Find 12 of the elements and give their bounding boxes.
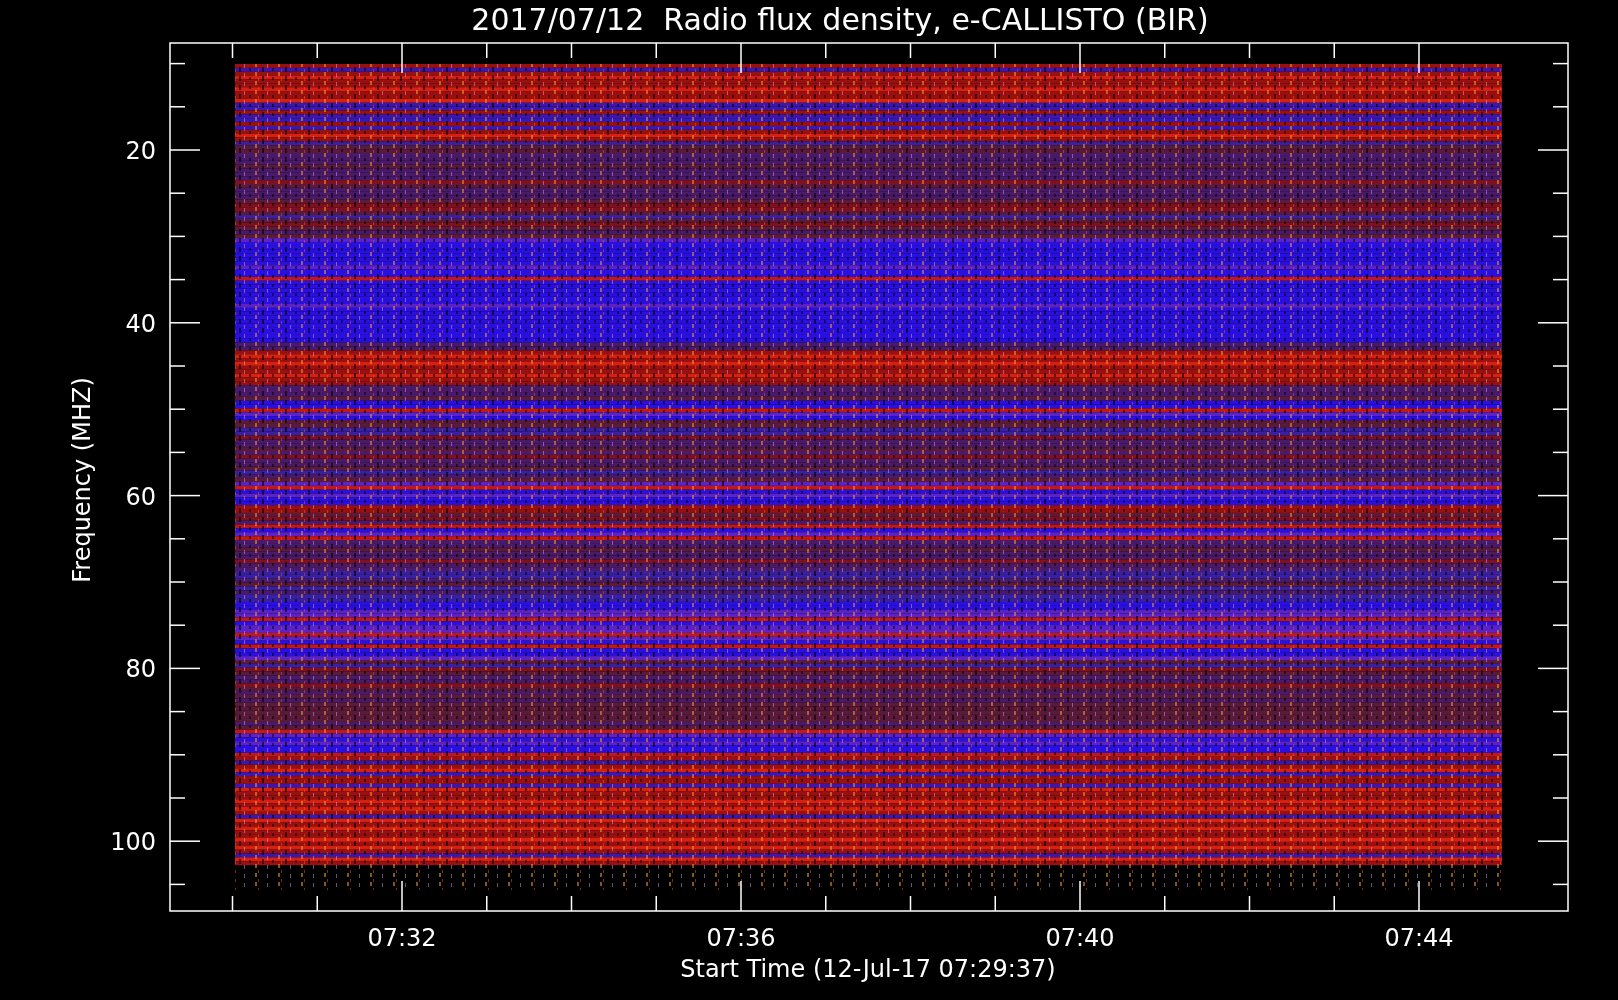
chart-title: 2017/07/12 Radio flux density, e-CALLISTO (BIR) — [471, 2, 1209, 37]
x-tick-label: 07:40 — [1045, 924, 1115, 952]
y-tick-label: 60 — [125, 482, 156, 511]
y-tick-label: 20 — [125, 137, 156, 165]
x-tick-label: 07:36 — [706, 924, 776, 952]
x-tick-label: 07:32 — [367, 924, 437, 952]
y-axis-label: Frequency (MHZ) — [68, 377, 96, 583]
y-tick-label: 40 — [125, 309, 156, 338]
y-tick-label: 100 — [110, 828, 156, 856]
x-tick-label: 07:44 — [1384, 924, 1454, 952]
y-tick-label: 80 — [125, 655, 156, 684]
x-axis-label: Start Time (12-Jul-17 07:29:37) — [680, 955, 1056, 983]
